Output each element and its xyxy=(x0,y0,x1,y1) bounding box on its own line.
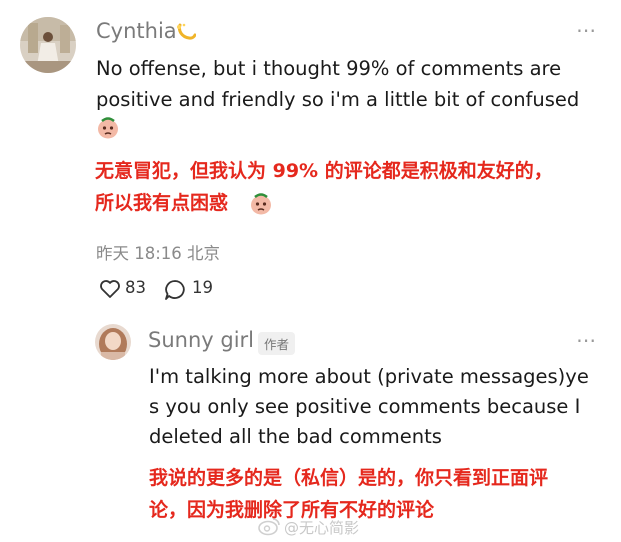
like-count: 83 xyxy=(125,278,146,297)
like-button[interactable]: 83 xyxy=(99,277,159,301)
comment-username[interactable]: Cynthia xyxy=(96,19,177,43)
reply-text-line2: s you only see positive comments because… xyxy=(149,395,581,418)
comment-translation-line2: 所以我有点困惑 xyxy=(95,187,228,220)
reply-text-line3: deleted all the bad comments xyxy=(149,425,442,448)
avatar-sunny-girl[interactable] xyxy=(95,324,131,360)
watermark-text: @无心简影 xyxy=(284,519,360,537)
heart-icon xyxy=(99,279,121,299)
reply-text-line1: I'm talking more about (private messages… xyxy=(149,365,589,388)
sparkle-emoji-icon xyxy=(174,22,196,44)
comment-more-button[interactable]: ⋯ xyxy=(576,18,597,42)
comment-icon xyxy=(164,279,186,301)
sad-face-emoji-icon xyxy=(96,116,120,140)
author-badge: 作者 xyxy=(258,332,296,355)
reply-translation-line1: 我说的更多的是（私信）是的，你只看到正面评 xyxy=(149,467,549,489)
comment-translation-line1: 无意冒犯，但我认为 99% 的评论都是积极和友好的， xyxy=(95,160,553,182)
reply-username[interactable]: Sunny girl xyxy=(148,328,254,352)
comment-username-text[interactable]: Cynthia xyxy=(96,19,177,43)
comment-timestamp: 昨天 18:16 北京 xyxy=(96,244,221,263)
comment-translation-line2-text: 所以我有点困惑 xyxy=(95,192,229,214)
sad-face-emoji-icon xyxy=(249,192,273,216)
reply-more-button[interactable]: ⋯ xyxy=(576,328,597,352)
avatar-cynthia[interactable] xyxy=(20,17,76,73)
reply-count: 19 xyxy=(192,278,213,297)
reply-count-button[interactable]: 19 xyxy=(164,277,224,301)
comment-text: No offense, but i thought 99% of comment… xyxy=(96,57,580,111)
weibo-logo-icon xyxy=(258,516,282,536)
